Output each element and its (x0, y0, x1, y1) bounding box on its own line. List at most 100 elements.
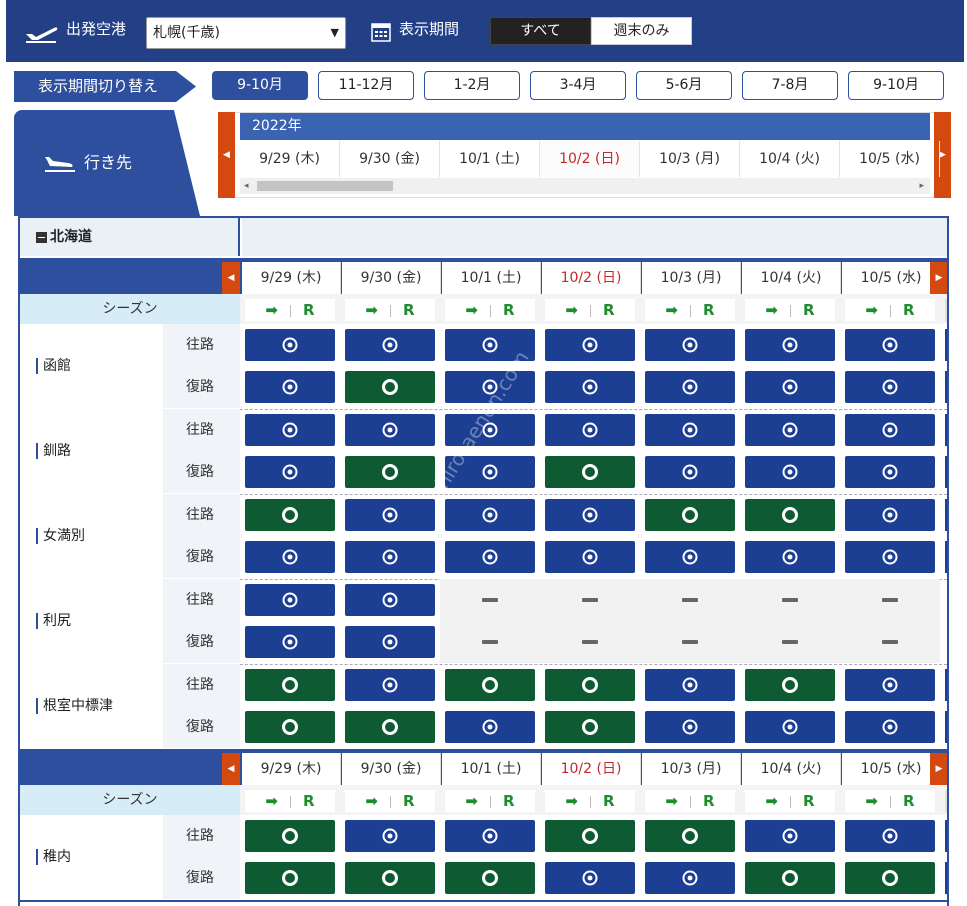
availability-cell[interactable] (245, 626, 335, 658)
availability-cell[interactable] (345, 584, 435, 616)
availability-cell[interactable] (245, 371, 335, 403)
strip-date-5[interactable]: 10/4 (火) (740, 141, 840, 177)
availability-cell[interactable] (845, 541, 935, 573)
availability-cell[interactable] (845, 862, 935, 894)
scroll-right-icon[interactable]: ▸ (919, 178, 924, 194)
strip-date-3[interactable]: 10/2 (日) (540, 141, 640, 177)
availability-cell[interactable] (745, 669, 835, 701)
filter-weekend-button[interactable]: 週末のみ (591, 17, 692, 45)
availability-cell[interactable] (545, 669, 635, 701)
availability-cell[interactable] (345, 541, 435, 573)
strip-date-2[interactable]: 10/1 (土) (440, 141, 540, 177)
availability-cell[interactable] (245, 820, 335, 852)
availability-cell[interactable] (845, 669, 935, 701)
availability-cell[interactable] (445, 499, 535, 531)
availability-cell[interactable] (845, 820, 935, 852)
scrollbar-thumb[interactable] (257, 181, 393, 191)
availability-cell[interactable] (245, 329, 335, 361)
availability-cell[interactable] (645, 711, 735, 743)
period-tab-3-4[interactable]: 3-4月 (530, 71, 626, 100)
availability-cell[interactable] (345, 414, 435, 446)
availability-cell[interactable] (445, 862, 535, 894)
availability-cell[interactable] (745, 541, 835, 573)
availability-cell[interactable] (845, 711, 935, 743)
availability-cell[interactable] (445, 541, 535, 573)
collapse-icon[interactable] (36, 232, 47, 243)
availability-cell[interactable] (845, 499, 935, 531)
availability-cell[interactable] (245, 541, 335, 573)
availability-cell[interactable] (745, 414, 835, 446)
availability-cell[interactable] (545, 371, 635, 403)
departure-airport-select[interactable]: 札幌(千歳) ▼ (146, 17, 346, 49)
availability-cell[interactable] (545, 414, 635, 446)
season-code: R (803, 792, 815, 810)
availability-cell[interactable] (345, 626, 435, 658)
availability-cell[interactable] (245, 584, 335, 616)
availability-cell[interactable] (545, 541, 635, 573)
availability-cell[interactable] (545, 329, 635, 361)
date-next-button[interactable]: ▶ (930, 262, 947, 294)
availability-cell[interactable] (345, 711, 435, 743)
strip-date-1[interactable]: 9/30 (金) (340, 141, 440, 177)
availability-cell[interactable] (345, 371, 435, 403)
availability-cell[interactable] (345, 456, 435, 488)
period-tab-1-2[interactable]: 1-2月 (424, 71, 520, 100)
filter-all-button[interactable]: すべて (490, 17, 591, 45)
availability-cell[interactable] (645, 669, 735, 701)
period-tab-9-10[interactable]: 9-10月 (212, 71, 308, 100)
availability-cell[interactable] (445, 711, 535, 743)
strip-prev-button[interactable]: ◀ (218, 112, 235, 198)
availability-cell[interactable] (845, 456, 935, 488)
availability-cell[interactable] (245, 669, 335, 701)
availability-cell[interactable] (545, 456, 635, 488)
period-tab-9-10-next[interactable]: 9-10月 (848, 71, 944, 100)
availability-cell[interactable] (345, 862, 435, 894)
availability-cell[interactable] (645, 371, 735, 403)
region-header[interactable]: 北海道 (20, 218, 240, 256)
availability-cell[interactable] (245, 456, 335, 488)
strip-date-6[interactable]: 10/5 (水) (840, 141, 940, 177)
availability-cell[interactable] (745, 862, 835, 894)
availability-cell[interactable] (245, 862, 335, 894)
availability-cell[interactable] (845, 371, 935, 403)
strip-scrollbar[interactable]: ◂ ▸ (240, 178, 930, 194)
availability-cell[interactable] (345, 329, 435, 361)
availability-cell[interactable] (645, 414, 735, 446)
strip-date-4[interactable]: 10/3 (月) (640, 141, 740, 177)
availability-cell[interactable] (245, 711, 335, 743)
period-tab-5-6[interactable]: 5-6月 (636, 71, 732, 100)
availability-cell[interactable] (845, 414, 935, 446)
availability-cell[interactable] (345, 499, 435, 531)
availability-cell[interactable] (545, 711, 635, 743)
date-prev-button[interactable]: ◀ (222, 753, 240, 785)
availability-cell[interactable] (745, 499, 835, 531)
availability-cell[interactable] (845, 329, 935, 361)
availability-cell[interactable] (745, 329, 835, 361)
availability-cell[interactable] (445, 820, 535, 852)
availability-cell[interactable] (345, 820, 435, 852)
availability-cell[interactable] (745, 371, 835, 403)
availability-cell[interactable] (645, 499, 735, 531)
date-prev-button[interactable]: ◀ (222, 262, 240, 294)
dot-circle-icon (382, 337, 398, 353)
availability-cell[interactable] (745, 711, 835, 743)
scroll-left-icon[interactable]: ◂ (244, 178, 249, 194)
period-tab-7-8[interactable]: 7-8月 (742, 71, 838, 100)
availability-cell[interactable] (245, 499, 335, 531)
period-tab-11-12[interactable]: 11-12月 (318, 71, 414, 100)
availability-cell[interactable] (545, 499, 635, 531)
strip-date-0[interactable]: 9/29 (木) (240, 141, 340, 177)
availability-cell[interactable] (645, 541, 735, 573)
availability-cell[interactable] (645, 456, 735, 488)
availability-cell[interactable] (245, 414, 335, 446)
availability-cell[interactable] (745, 820, 835, 852)
availability-cell[interactable] (345, 669, 435, 701)
availability-cell[interactable] (645, 820, 735, 852)
availability-cell[interactable] (445, 669, 535, 701)
availability-cell[interactable] (645, 329, 735, 361)
availability-cell[interactable] (545, 820, 635, 852)
availability-cell[interactable] (745, 456, 835, 488)
availability-cell[interactable] (645, 862, 735, 894)
date-next-button[interactable]: ▶ (930, 753, 947, 785)
availability-cell[interactable] (545, 862, 635, 894)
